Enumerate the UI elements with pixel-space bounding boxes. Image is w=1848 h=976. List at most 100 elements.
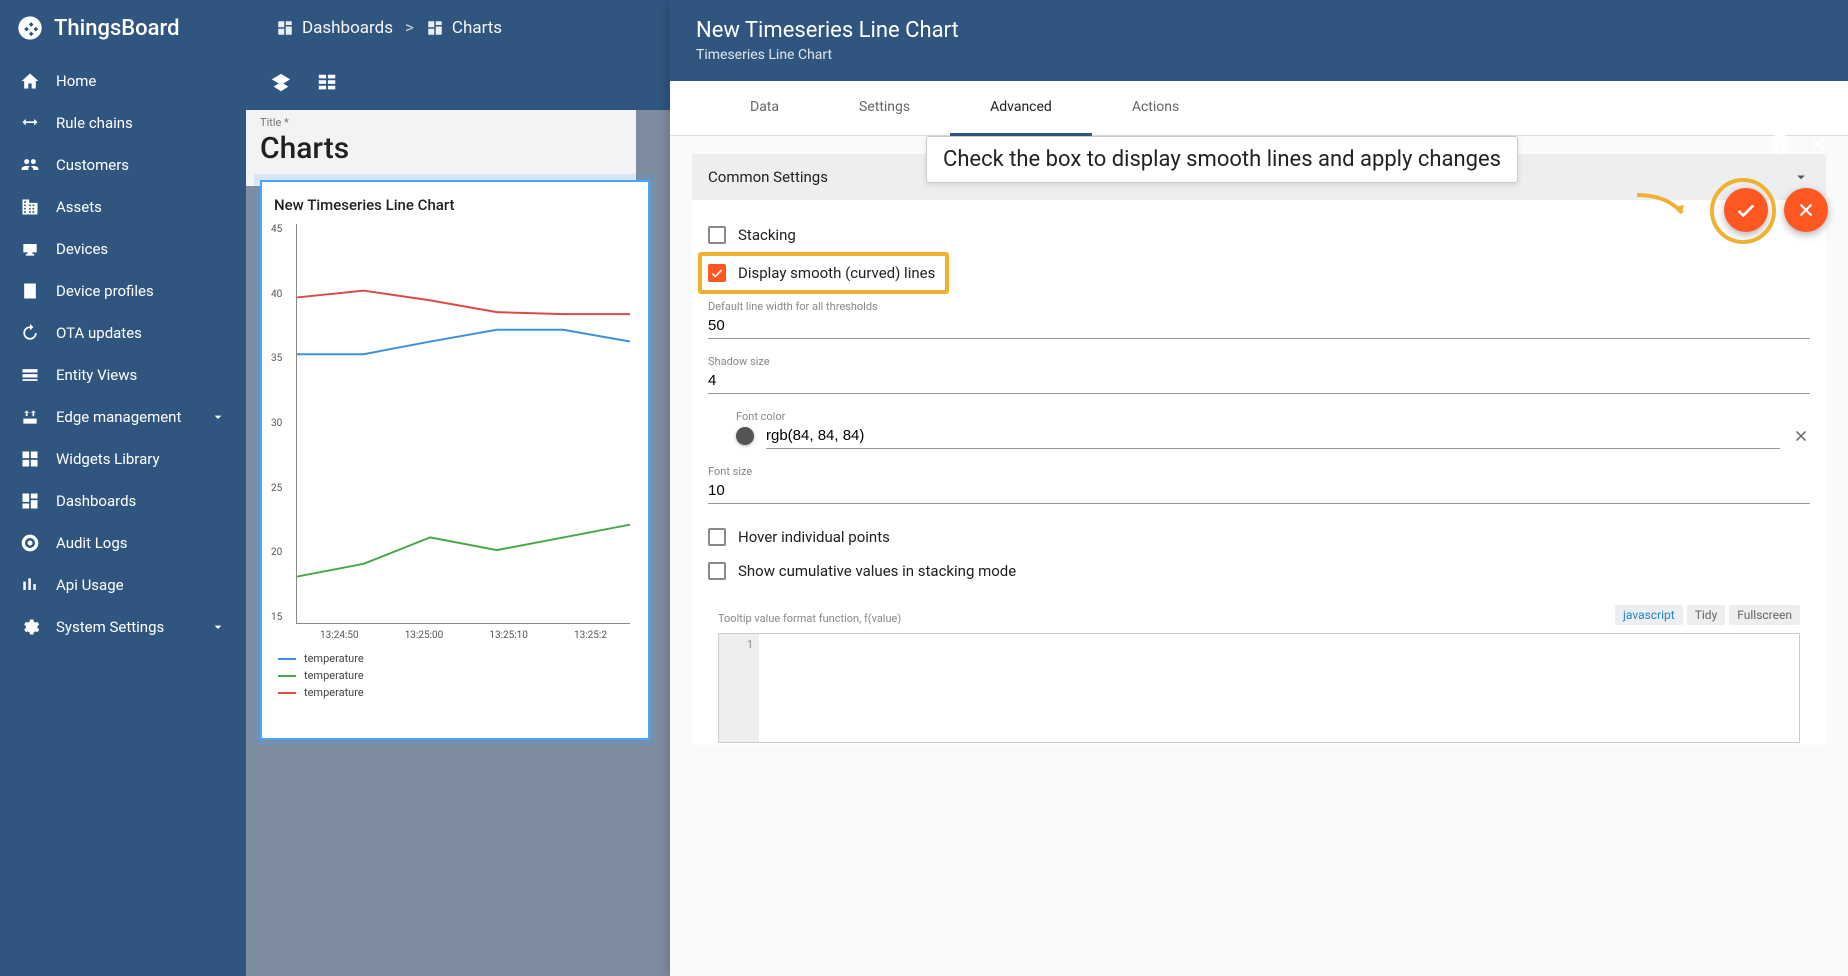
line-width-input[interactable] [708,313,1810,339]
line-width-field: Default line width for all thresholds [708,300,1810,339]
chart-title: New Timeseries Line Chart [274,196,636,214]
router-icon [20,407,40,427]
sidebar-item-api-usage[interactable]: Api Usage [0,564,246,606]
grid-icon[interactable] [316,72,338,94]
font-color-field: Font color [708,410,1810,449]
shadow-size-field: Shadow size [708,355,1810,394]
sidebar-item-label: Home [56,72,96,90]
legend-swatch [278,692,296,694]
logo-icon [16,14,44,42]
close-icon[interactable] [1806,132,1830,156]
legend-swatch [278,658,296,660]
tab-actions[interactable]: Actions [1092,81,1219,135]
sidebar-item-devices[interactable]: Devices [0,228,246,270]
chart-widget[interactable]: New Timeseries Line Chart 45 40 35 30 25… [260,180,650,740]
sidebar-item-device-profiles[interactable]: Device profiles [0,270,246,312]
font-color-label: Font color [736,410,1810,423]
dashboard-icon [426,19,444,37]
sidebar-item-customers[interactable]: Customers [0,144,246,186]
sidebar-item-label: Api Usage [56,576,124,594]
update-icon [20,323,40,343]
code-editor[interactable]: 1 [718,633,1800,743]
widgets-icon [20,449,40,469]
help-icon[interactable] [1768,132,1792,156]
sidebar-item-label: Customers [56,156,129,174]
font-size-label: Font size [708,465,1810,478]
stacking-checkbox[interactable] [708,226,726,244]
sidebar-item-dashboards[interactable]: Dashboards [0,480,246,522]
code-tool-fullscreen[interactable]: Fullscreen [1729,605,1800,625]
sidebar: Home Rule chains Customers Assets Device… [0,56,246,976]
title-label: Title * [260,116,622,129]
tab-settings[interactable]: Settings [819,81,950,135]
sidebar-item-rule-chains[interactable]: Rule chains [0,102,246,144]
sidebar-item-audit[interactable]: Audit Logs [0,522,246,564]
stacking-label: Stacking [738,226,796,244]
x-axis-ticks: 13:24:50 13:25:00 13:25:10 13:25:2 [297,630,630,641]
hover-checkbox[interactable] [708,528,726,546]
layers-icon[interactable] [270,72,292,94]
legend-swatch [278,675,296,677]
track-icon [20,533,40,553]
code-tool-lang[interactable]: javascript [1615,605,1683,625]
check-icon [710,266,724,280]
sidebar-item-system[interactable]: System Settings [0,606,246,648]
code-gutter: 1 [719,634,759,742]
tab-advanced[interactable]: Advanced [950,81,1092,136]
clear-icon[interactable] [1792,427,1810,445]
sidebar-item-label: Rule chains [56,114,133,132]
logo[interactable]: ThingsBoard [16,14,246,42]
smooth-checkbox[interactable] [708,264,726,282]
chart-legend: temperature temperature temperature [278,652,636,699]
close-icon [1795,199,1817,221]
sidebar-item-edge[interactable]: Edge management [0,396,246,438]
chevron-down-icon [210,409,226,425]
font-size-input[interactable] [708,478,1810,504]
sidebar-item-label: Dashboards [56,492,136,510]
sidebar-item-entity-views[interactable]: Entity Views [0,354,246,396]
breadcrumb-separator: > [405,18,414,38]
code-tools: javascript Tidy Fullscreen [1615,605,1800,625]
sidebar-item-widgets[interactable]: Widgets Library [0,438,246,480]
chart-lines [297,224,630,616]
hint-text: Check the box to display smooth lines an… [943,147,1501,172]
legend-item: temperature [278,669,636,682]
sidebar-item-ota[interactable]: OTA updates [0,312,246,354]
sidebar-item-label: Assets [56,198,102,216]
fab-row [1724,188,1828,232]
hint-tooltip: Check the box to display smooth lines an… [926,136,1518,183]
breadcrumb-dashboards[interactable]: Dashboards [276,18,393,38]
view-icon [20,365,40,385]
cumulative-checkbox[interactable] [708,562,726,580]
domain-icon [20,197,40,217]
panel-header: New Timeseries Line Chart Timeseries Lin… [670,0,1848,81]
cancel-button[interactable] [1784,188,1828,232]
panel-title: New Timeseries Line Chart [696,18,959,43]
y-axis-ticks: 45 40 35 30 25 20 15 [271,224,282,623]
panel-subtitle: Timeseries Line Chart [696,47,959,63]
shadow-label: Shadow size [708,355,1810,368]
smooth-label: Display smooth (curved) lines [738,264,935,282]
breadcrumb-charts[interactable]: Charts [426,18,502,38]
shadow-input[interactable] [708,368,1810,394]
dashboard-title[interactable]: Charts [260,131,622,166]
panel-actions [1768,132,1830,156]
hover-checkbox-row: Hover individual points [708,520,1810,554]
hint-arrow-icon [1632,185,1702,235]
tab-data[interactable]: Data [710,81,819,135]
gear-icon [20,617,40,637]
panel-body[interactable]: Common Settings Stacking Display smooth … [670,136,1848,976]
app-name: ThingsBoard [54,16,179,41]
sidebar-item-label: Audit Logs [56,534,128,552]
color-swatch[interactable] [736,427,754,445]
legend-item: temperature [278,686,636,699]
sidebar-item-home[interactable]: Home [0,60,246,102]
apply-button[interactable] [1724,188,1768,232]
code-tool-tidy[interactable]: Tidy [1687,605,1726,625]
breadcrumb-1-label: Dashboards [302,18,393,38]
line-width-label: Default line width for all thresholds [708,300,1810,313]
dashboard-icon [20,491,40,511]
sidebar-item-label: Devices [56,240,108,258]
font-color-input[interactable] [766,423,1780,449]
sidebar-item-assets[interactable]: Assets [0,186,246,228]
